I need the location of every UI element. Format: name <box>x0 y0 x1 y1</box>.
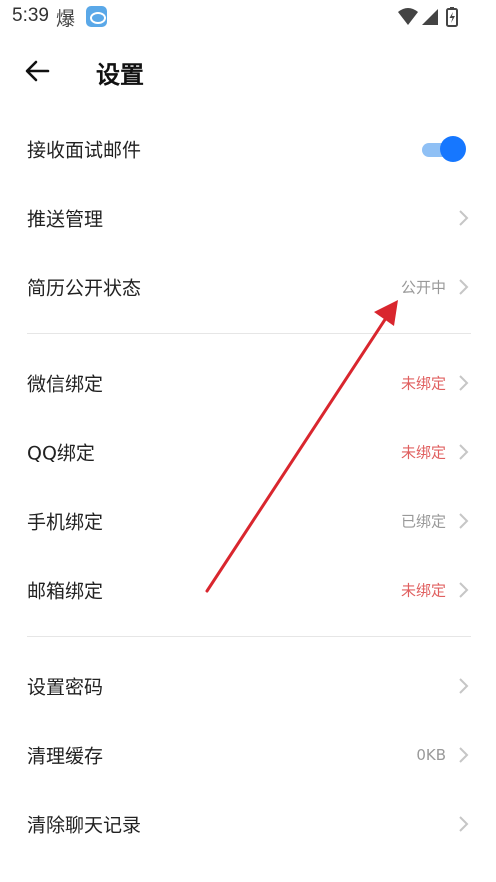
setting-row-clear-chat[interactable]: 清除聊天记录 <box>0 789 496 858</box>
chevron-right-icon <box>459 374 469 391</box>
setting-row-qq[interactable]: QQ绑定 未绑定 <box>0 417 496 486</box>
setting-value: 0KB <box>416 745 446 764</box>
setting-value: 未绑定 <box>400 443 446 461</box>
setting-row-push[interactable]: 推送管理 <box>0 183 496 252</box>
setting-value: 已绑定 <box>400 512 446 530</box>
section-divider <box>27 636 471 637</box>
setting-row-interview-email[interactable]: 接收面试邮件 <box>0 114 496 183</box>
setting-label: 清理缓存 <box>27 745 104 767</box>
chevron-right-icon <box>459 512 469 529</box>
interview-email-toggle[interactable] <box>422 135 466 163</box>
signal-icon <box>422 9 438 25</box>
setting-label: 简历公开状态 <box>27 277 142 299</box>
setting-value: 公开中 <box>400 278 446 296</box>
toggle-knob <box>440 135 466 162</box>
setting-label: 设置密码 <box>27 676 104 698</box>
setting-row-phone[interactable]: 手机绑定 已绑定 <box>0 486 496 555</box>
setting-label: 接收面试邮件 <box>27 139 142 161</box>
chevron-right-icon <box>459 746 469 763</box>
back-arrow-icon[interactable] <box>22 56 52 86</box>
section-divider <box>27 333 471 334</box>
notification-icon: 爆 <box>56 8 76 30</box>
chevron-right-icon <box>459 443 469 460</box>
setting-label: 邮箱绑定 <box>27 580 104 602</box>
status-time: 5:39 <box>12 5 49 26</box>
setting-label: 微信绑定 <box>27 373 104 395</box>
setting-row-wechat[interactable]: 微信绑定 未绑定 <box>0 348 496 417</box>
setting-value: 未绑定 <box>400 374 446 392</box>
setting-label: QQ绑定 <box>27 442 95 464</box>
chevron-right-icon <box>459 209 469 226</box>
chevron-right-icon <box>459 278 469 295</box>
setting-label: 手机绑定 <box>27 511 104 533</box>
chevron-right-icon <box>459 581 469 598</box>
chevron-right-icon <box>459 815 469 832</box>
setting-value: 未绑定 <box>400 581 446 599</box>
page-title: 设置 <box>96 61 144 89</box>
setting-label: 清除聊天记录 <box>27 814 142 836</box>
battery-icon <box>446 7 458 27</box>
setting-row-clear-cache[interactable]: 清理缓存 0KB <box>0 720 496 789</box>
setting-row-resume-status[interactable]: 简历公开状态 公开中 <box>0 252 496 321</box>
system-icons <box>398 7 458 27</box>
app-header: 设置 <box>0 36 496 106</box>
chevron-right-icon <box>459 677 469 694</box>
setting-label: 推送管理 <box>27 208 104 230</box>
app-notification-icon <box>86 6 107 27</box>
setting-row-email[interactable]: 邮箱绑定 未绑定 <box>0 555 496 624</box>
status-bar: 5:39 爆 <box>0 0 496 34</box>
wifi-icon <box>398 8 418 25</box>
setting-row-password[interactable]: 设置密码 <box>0 651 496 720</box>
